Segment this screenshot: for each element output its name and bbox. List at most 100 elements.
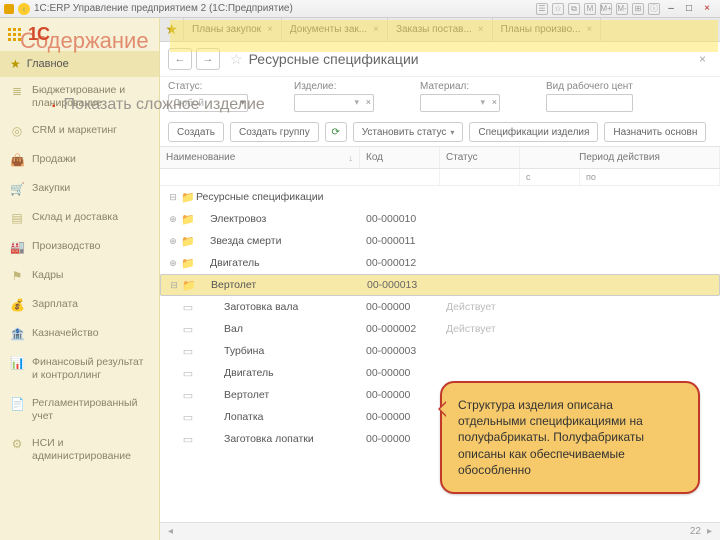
fold-icon[interactable]: ⊕ — [166, 258, 180, 269]
page-header: ← → ☆ Ресурсные спецификации × — [160, 42, 720, 77]
window-close-icon[interactable]: × — [698, 3, 716, 15]
window-minimize-icon[interactable]: – — [662, 3, 680, 15]
page-title: Ресурсные спецификации — [249, 51, 419, 67]
table-row[interactable]: ▭Турбина00-000003 — [160, 340, 720, 362]
col-period[interactable]: Период действия — [520, 147, 720, 168]
sidebar-item-2[interactable]: 👜Продажи — [0, 146, 159, 175]
clear-icon[interactable]: ▾ — [480, 97, 485, 108]
window-maximize-icon[interactable]: □ — [680, 3, 698, 15]
create-button[interactable]: Создать — [168, 122, 224, 142]
row-code: 00-000012 — [366, 257, 446, 269]
callout-text: Структура изделия описана отдельными спе… — [458, 398, 644, 477]
table-row[interactable]: ⊕📁Двигатель00-000012 — [160, 252, 720, 274]
tray-icon[interactable]: ⊞ — [632, 3, 644, 15]
scroll-left-icon[interactable]: ◂ — [168, 526, 178, 537]
fold-icon[interactable]: ⊟ — [166, 192, 180, 203]
fold-icon[interactable]: ⊟ — [167, 280, 181, 291]
tab-1[interactable]: Документы зак... × — [282, 18, 388, 41]
item-icon: ▭ — [180, 345, 196, 358]
sidebar-item-label: Производство — [32, 240, 100, 253]
tab-label: Документы зак... — [290, 24, 367, 35]
col-name[interactable]: Наименование↓ — [160, 147, 360, 168]
sidebar-item-3[interactable]: 🛒Закупки — [0, 175, 159, 204]
sidebar-item-label: Финансовый результат и контроллинг — [32, 356, 149, 382]
folder-icon: 📁 — [181, 279, 197, 292]
filter-material-select[interactable]: ▾× — [420, 94, 500, 112]
close-icon[interactable]: × — [267, 24, 273, 35]
table-row[interactable]: ⊟📁Ресурсные спецификации — [160, 186, 720, 208]
sidebar-item-label: НСИ и администрирование — [32, 437, 149, 463]
sidebar-item-11[interactable]: ⚙НСИ и администрирование — [0, 430, 159, 470]
sidebar-item-label: Казначейство — [32, 327, 99, 340]
set-main-button[interactable]: Назначить основн — [604, 122, 706, 142]
col-status[interactable]: Статус — [440, 147, 520, 168]
nav-back-button[interactable]: ← — [168, 48, 192, 70]
table-row[interactable]: ▭Заготовка вала00-00000Действует — [160, 296, 720, 318]
sidebar-item-6[interactable]: ⚑Кадры — [0, 262, 159, 291]
fold-icon[interactable]: ⊕ — [166, 214, 180, 225]
item-icon: ▭ — [180, 389, 196, 402]
close-icon[interactable]: × — [587, 24, 593, 35]
row-code: 00-00000 — [366, 367, 446, 379]
sidebar-item-main[interactable]: ★ Главное — [0, 51, 159, 77]
tray-m-plus[interactable]: M+ — [600, 3, 612, 15]
scroll-right-icon[interactable]: ▸ — [707, 526, 712, 537]
tray-icon[interactable]: ⧉ — [568, 3, 580, 15]
toolbar: Создать Создать группу ⟳ Установить стат… — [160, 118, 720, 146]
filter-workcenter-select[interactable] — [546, 94, 633, 112]
bars-icon: ≣ — [10, 84, 24, 99]
tab-0[interactable]: Планы закупок× — [184, 18, 282, 41]
fold-icon[interactable]: ⊕ — [166, 236, 180, 247]
sidebar-item-1[interactable]: ◎CRM и маркетинг — [0, 117, 159, 146]
tray-icon[interactable]: ⓘ — [648, 3, 660, 15]
filter-product-label: Изделие: — [294, 81, 374, 92]
nav-fwd-button[interactable]: → — [196, 48, 220, 70]
item-icon: ▭ — [180, 367, 196, 380]
row-code: 00-000003 — [366, 345, 446, 357]
close-icon[interactable]: × — [366, 97, 371, 107]
page-number: 22 — [690, 526, 701, 537]
tray-m-minus[interactable]: M- — [616, 3, 628, 15]
sidebar-item-label: Продажи — [32, 153, 76, 166]
tray-icon[interactable]: ☆ — [552, 3, 564, 15]
row-name: Вертолет — [197, 279, 367, 291]
row-code: 00-000011 — [366, 235, 446, 247]
tab-home[interactable]: ★ — [160, 18, 184, 41]
tab-3[interactable]: Планы произво...× — [493, 18, 602, 41]
tray-icon[interactable]: ☰ — [536, 3, 548, 15]
table-row[interactable]: ⊟📁Вертолет00-000013 — [160, 274, 720, 296]
tray-m[interactable]: M — [584, 3, 596, 15]
sidebar-item-4[interactable]: ▤Склад и доставка — [0, 204, 159, 233]
tabs: ★ Планы закупок×Документы зак...×Заказы … — [160, 18, 720, 42]
row-name: Заготовка вала — [196, 301, 366, 313]
people-icon: ⚑ — [10, 269, 24, 284]
set-status-button[interactable]: Установить статус — [353, 122, 464, 142]
page-close-icon[interactable]: × — [693, 52, 712, 66]
sidebar-item-9[interactable]: 📊Финансовый результат и контроллинг — [0, 349, 159, 389]
nav-back-icon[interactable]: ‹ — [18, 3, 30, 15]
col-code[interactable]: Код — [360, 147, 440, 168]
create-group-button[interactable]: Создать группу — [230, 122, 319, 142]
filter-product-select[interactable]: ▾× — [294, 94, 374, 112]
refresh-button[interactable]: ⟳ — [325, 122, 347, 142]
safe-icon: 🏦 — [10, 327, 24, 342]
close-icon[interactable]: × — [492, 97, 497, 107]
sidebar-item-10[interactable]: 📄Регламентированный учет — [0, 390, 159, 430]
product-specs-button[interactable]: Спецификации изделия — [469, 122, 598, 142]
sidebar-item-7[interactable]: 💰Зарплата — [0, 291, 159, 320]
sidebar-item-5[interactable]: 🏭Производство — [0, 233, 159, 262]
target-icon: ◎ — [10, 124, 24, 139]
table-row[interactable]: ⊕📁Звезда смерти00-000011 — [160, 230, 720, 252]
row-code: 00-00000 — [366, 389, 446, 401]
table-row[interactable]: ⊕📁Электровоз00-000010 — [160, 208, 720, 230]
row-name: Электровоз — [196, 213, 366, 225]
favorite-icon[interactable]: ☆ — [230, 51, 243, 68]
row-status: Действует — [446, 301, 526, 313]
close-icon[interactable]: × — [373, 24, 379, 35]
sidebar-item-label: Закупки — [32, 182, 70, 195]
tab-2[interactable]: Заказы постав...× — [388, 18, 493, 41]
sidebar-item-8[interactable]: 🏦 Казначейство — [0, 320, 159, 349]
close-icon[interactable]: × — [478, 24, 484, 35]
clear-icon[interactable]: ▾ — [354, 97, 359, 108]
table-row[interactable]: ▭Вал00-000002Действует — [160, 318, 720, 340]
